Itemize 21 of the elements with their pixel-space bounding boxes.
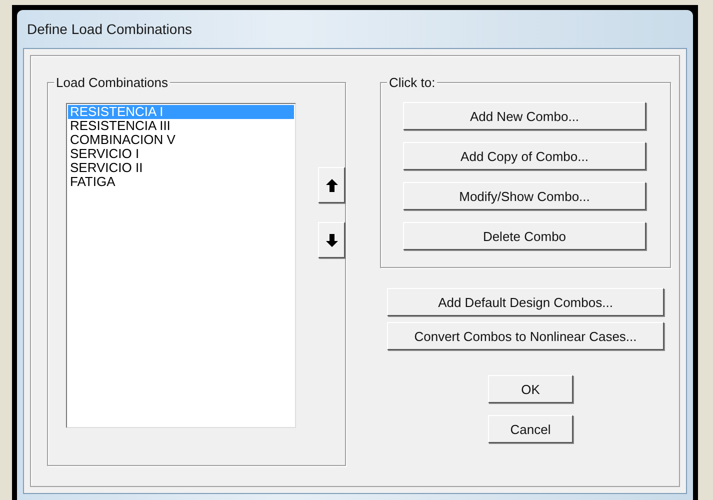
add-copy-button[interactable]: Add Copy of Combo... — [403, 142, 646, 170]
delete-combo-button[interactable]: Delete Combo — [403, 222, 646, 250]
list-item[interactable]: FATIGA — [68, 175, 294, 189]
down-arrow-icon — [326, 234, 338, 246]
list-item[interactable]: SERVICIO I — [68, 147, 294, 161]
list-item[interactable]: RESISTENCIA III — [68, 119, 294, 133]
ok-button[interactable]: OK — [488, 375, 573, 403]
combinations-list[interactable]: RESISTENCIA I RESISTENCIA III COMBINACION V SERVICIO I SERVICIO II FATIGA — [66, 103, 296, 428]
up-arrow-icon — [326, 178, 338, 192]
convert-combos-button[interactable]: Convert Combos to Nonlinear Cases... — [387, 322, 664, 350]
modify-show-button[interactable]: Modify/Show Combo... — [403, 182, 646, 210]
group-label: Load Combinations — [54, 75, 170, 90]
list-item[interactable]: COMBINACION V — [68, 133, 294, 147]
add-new-combo-button[interactable]: Add New Combo... — [403, 102, 646, 130]
move-down-button[interactable] — [318, 222, 345, 258]
add-default-combos-button[interactable]: Add Default Design Combos... — [387, 288, 664, 316]
move-up-button[interactable] — [318, 167, 345, 203]
list-item[interactable]: SERVICIO II — [68, 161, 294, 175]
cancel-button[interactable]: Cancel — [488, 415, 573, 443]
window-title: Define Load Combinations — [26, 20, 193, 39]
group-label: Click to: — [387, 75, 438, 90]
